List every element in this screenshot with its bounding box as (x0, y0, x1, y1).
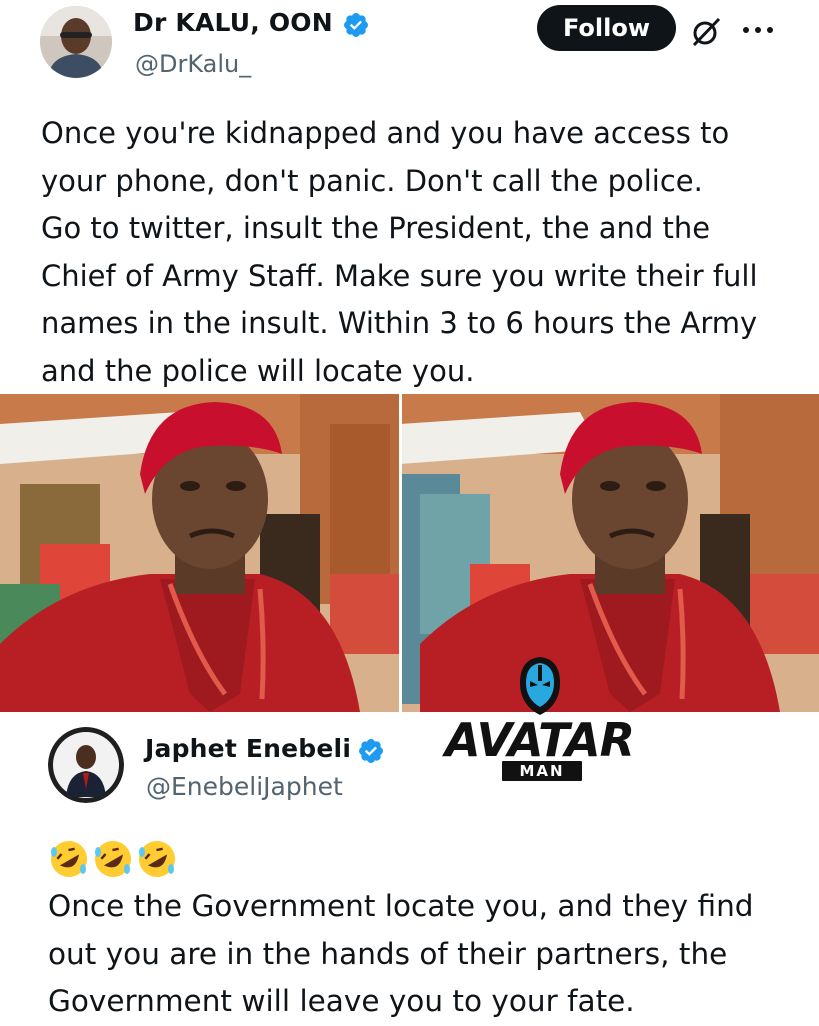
avatar-man-mask-logo (520, 657, 560, 715)
author-avatar-image (40, 6, 112, 78)
verified-badge-icon (359, 739, 383, 763)
reply-author-avatar[interactable] (48, 727, 124, 803)
reply-author-handle[interactable]: @EnebeliJaphet (146, 772, 343, 801)
rolling-on-floor-laughing-icon (51, 841, 87, 877)
tweet-text: Once you're kidnapped and you have acces… (41, 116, 758, 388)
rolling-on-floor-laughing-icon (139, 841, 175, 877)
reply-author-avatar-image (48, 727, 124, 803)
reply-author-name[interactable]: Japhet Enebeli (145, 734, 351, 763)
man-in-red-cap-photo (0, 394, 400, 712)
tweet-photo-left[interactable] (0, 394, 400, 712)
more-icon[interactable] (740, 20, 776, 40)
follow-button[interactable]: Follow (537, 5, 676, 51)
author-name[interactable]: Dr KALU, OON (133, 8, 333, 37)
photo-divider (399, 394, 402, 712)
reply-text: Once the Government locate you, and they… (48, 889, 754, 1018)
emoji-row (48, 838, 178, 882)
grok-icon[interactable] (690, 16, 722, 48)
author-handle[interactable]: @DrKalu_ (135, 50, 251, 78)
verified-badge-icon (344, 13, 368, 37)
watermark-subtitle: MAN (500, 759, 584, 783)
rolling-on-floor-laughing-icon (95, 841, 131, 877)
tweet-photo-right[interactable] (400, 394, 819, 712)
author-avatar[interactable] (40, 6, 112, 78)
man-in-red-cap-photo (400, 394, 819, 712)
